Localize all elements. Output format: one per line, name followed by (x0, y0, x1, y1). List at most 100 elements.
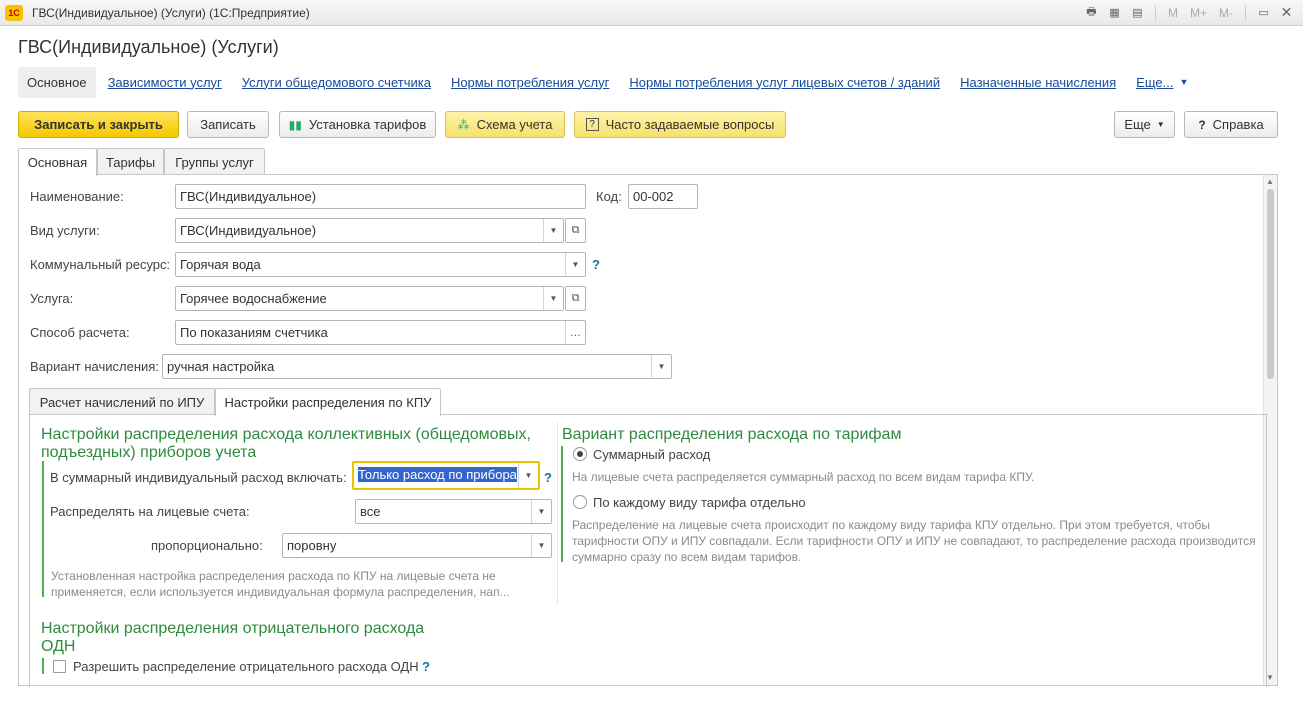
allow-negative-label[interactable]: Разрешить распределение отрицательного р… (73, 659, 419, 674)
window-title: ГВС(Индивидуальное) (Услуги) (1С:Предпри… (32, 6, 310, 20)
main-tab-panel: ▲ ▼ Наименование: ГВС(Индивидуальное) Ко… (18, 174, 1278, 687)
tab-ipu-calculation-label: Расчет начислений по ИПУ (39, 394, 205, 410)
help-question-icon[interactable]: ? (544, 470, 552, 485)
scroll-up-icon[interactable]: ▲ (1266, 177, 1274, 186)
print-icon[interactable]: 🖶 (1083, 4, 1100, 21)
service-type-field[interactable]: ГВС(Индивидуальное) ▼ (175, 218, 564, 243)
chevron-down-icon[interactable]: ▼ (531, 500, 551, 523)
open-icon[interactable]: ⧉ (565, 286, 586, 311)
more-button[interactable]: Еще ▼ (1114, 111, 1175, 138)
chevron-down-icon[interactable]: ▼ (651, 355, 671, 378)
name-label: Наименование: (30, 189, 124, 204)
service-label: Услуга: (30, 291, 74, 306)
chevron-down-icon[interactable]: ▼ (543, 287, 563, 310)
more-label: Еще (1124, 117, 1151, 132)
save-and-close-label: Записать и закрыть (34, 117, 163, 132)
group-marker (42, 658, 44, 674)
ellipsis-icon[interactable]: … (565, 321, 585, 344)
proportional-field[interactable]: поровну ▼ (282, 533, 552, 558)
faq-label: Часто задаваемые вопросы (605, 117, 775, 132)
calculator-icon[interactable]: ▦ (1106, 4, 1123, 21)
accounting-scheme-button[interactable]: ⁂ Схема учета (445, 111, 565, 138)
radio-per-tariff[interactable] (573, 495, 587, 509)
kpu-distribution-note: Установленная настройка распределения ра… (51, 569, 510, 599)
resource-value: Горячая вода (180, 257, 261, 272)
radio-per-tariff-label[interactable]: По каждому виду тарифа отдельно (593, 495, 806, 510)
radio-total-consumption-note: На лицевые счета распределяется суммарны… (572, 470, 1035, 484)
help-question-icon[interactable]: ? (592, 257, 600, 272)
nav-service-dependencies[interactable]: Зависимости услуг (108, 75, 222, 90)
nav-more-label: Еще... (1136, 74, 1174, 90)
service-type-value: ГВС(Индивидуальное) (180, 223, 317, 238)
group-marker (42, 461, 44, 597)
set-tariffs-label: Установка тарифов (308, 117, 427, 132)
chevron-down-icon: ▼ (1156, 120, 1165, 129)
tab-kpu-settings[interactable]: Настройки распределения по КПУ (215, 388, 441, 416)
radio-total-consumption[interactable] (573, 447, 587, 461)
name-field[interactable]: ГВС(Индивидуальное) (175, 184, 586, 209)
code-value: 00-002 (633, 189, 674, 204)
include-field[interactable]: Только расход по прибора ▼ (352, 461, 540, 490)
form-navigation: Основное Зависимости услуг Услуги общедо… (18, 66, 1188, 98)
calendar-icon[interactable]: ▤ (1129, 4, 1146, 21)
nav-common-meter-services[interactable]: Услуги общедомового счетчика (242, 75, 431, 90)
nav-more[interactable]: Еще... (1136, 75, 1173, 90)
save-button[interactable]: Записать (187, 111, 269, 138)
memory-m-button[interactable]: M (1165, 6, 1181, 20)
question-icon: ? (1198, 117, 1206, 132)
set-tariffs-button[interactable]: ▮▮ Установка тарифов (279, 111, 436, 138)
tab-service-groups-label: Группы услуг (175, 154, 254, 170)
code-field[interactable]: 00-002 (628, 184, 698, 209)
memory-plus-button[interactable]: M+ (1187, 6, 1210, 20)
tab-main[interactable]: Основная (18, 148, 97, 176)
chevron-down-icon[interactable]: ▼ (565, 253, 585, 276)
page-title: ГВС(Индивидуальное) (Услуги) (18, 37, 279, 57)
chevron-down-icon[interactable]: ▼ (531, 534, 551, 557)
app-logo-icon: 1С (5, 5, 23, 21)
tab-tariffs[interactable]: Тарифы (97, 148, 164, 175)
radio-per-tariff-note: Распределение на лицевые счета происходи… (572, 518, 1256, 564)
close-icon[interactable]: ✕ (1278, 4, 1295, 21)
nav-account-norms[interactable]: Нормы потребления услуг лицевых счетов /… (629, 75, 940, 90)
scroll-thumb[interactable] (1267, 189, 1274, 379)
scheme-icon: ⁂ (457, 117, 470, 132)
calc-method-value: По показаниям счетчика (180, 325, 328, 340)
chevron-down-icon[interactable]: ▼ (1179, 77, 1188, 87)
service-field[interactable]: Горячее водоснабжение ▼ (175, 286, 564, 311)
include-value: Только расход по прибора (358, 467, 517, 482)
command-bar: Записать и закрыть Записать ▮▮ Установка… (18, 111, 1278, 139)
save-and-close-button[interactable]: Записать и закрыть (18, 111, 179, 138)
tab-ipu-calculation[interactable]: Расчет начислений по ИПУ (29, 388, 215, 415)
nav-consumption-norms[interactable]: Нормы потребления услуг (451, 75, 609, 90)
allow-negative-checkbox[interactable] (53, 660, 66, 673)
memory-minus-button[interactable]: M- (1216, 6, 1236, 20)
bar-chart-icon: ▮▮ (288, 117, 302, 132)
group-collective-meters-title: Настройки распределения расхода коллекти… (41, 426, 531, 461)
question-icon: ? (585, 118, 599, 131)
calc-method-field[interactable]: По показаниям счетчика … (175, 320, 586, 345)
charge-variant-field[interactable]: ручная настройка ▼ (162, 354, 672, 379)
separator (1245, 4, 1246, 21)
help-question-icon[interactable]: ? (422, 659, 430, 674)
tab-main-label: Основная (27, 155, 88, 170)
tab-service-groups[interactable]: Группы услуг (164, 148, 265, 175)
proportional-value: поровну (287, 538, 337, 553)
minimize-icon[interactable]: ▭ (1255, 4, 1272, 21)
nav-assigned-charges[interactable]: Назначенные начисления (960, 75, 1116, 90)
faq-button[interactable]: ? Часто задаваемые вопросы (574, 111, 786, 138)
column-separator (557, 423, 558, 603)
scroll-down-icon[interactable]: ▼ (1266, 673, 1274, 682)
include-label: В суммарный индивидуальный расход включа… (50, 470, 347, 485)
distribute-field[interactable]: все ▼ (355, 499, 552, 524)
open-icon[interactable]: ⧉ (565, 218, 586, 243)
resource-field[interactable]: Горячая вода ▼ (175, 252, 586, 277)
charge-variant-value: ручная настройка (167, 359, 275, 374)
radio-total-consumption-label[interactable]: Суммарный расход (593, 447, 710, 462)
help-button[interactable]: ? Справка (1184, 111, 1278, 138)
chevron-down-icon[interactable]: ▼ (518, 463, 538, 488)
nav-main[interactable]: Основное (18, 66, 96, 98)
group-tariff-distribution-title: Вариант распределения расхода по тарифам (562, 426, 902, 443)
chevron-down-icon[interactable]: ▼ (543, 219, 563, 242)
tab-kpu-settings-label: Настройки распределения по КПУ (224, 395, 432, 410)
titlebar-controls: 🖶 ▦ ▤ M M+ M- ▭ ✕ (1083, 4, 1295, 21)
